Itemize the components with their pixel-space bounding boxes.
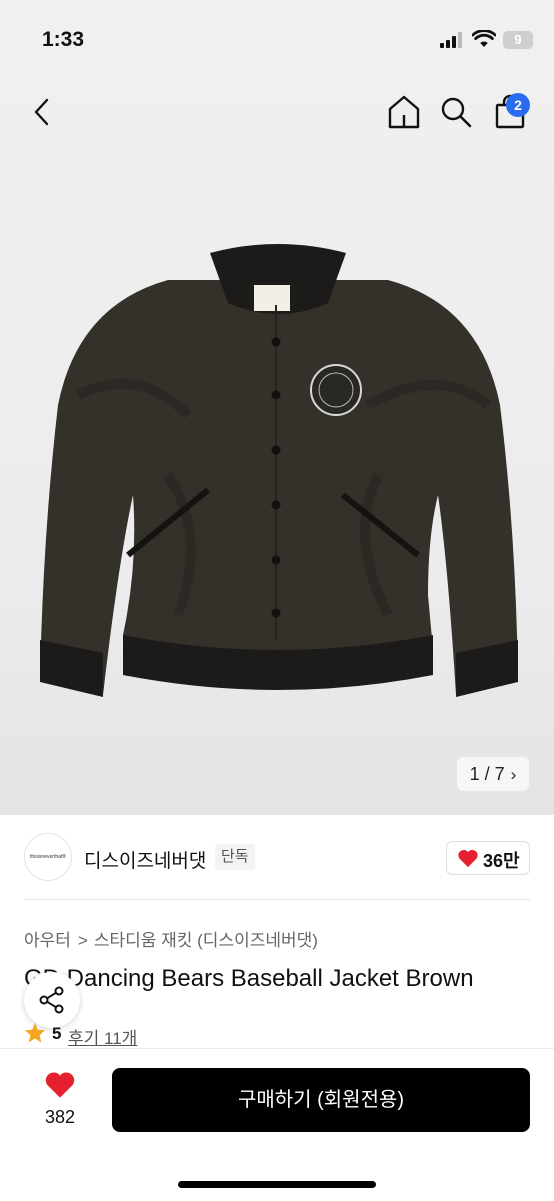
brand-like-button[interactable]: 36만 bbox=[446, 841, 530, 875]
battery-icon: 9 bbox=[503, 31, 533, 49]
brand-name[interactable]: 디스이즈네버댓 bbox=[84, 846, 206, 873]
product-title: GD Dancing Bears Baseball Jacket Brown bbox=[24, 965, 474, 992]
cart-count-badge: 2 bbox=[506, 93, 530, 117]
wishlist-count: 382 bbox=[44, 1107, 76, 1127]
brand-logo[interactable]: thisisneverthat® bbox=[24, 833, 72, 881]
wifi-icon bbox=[472, 30, 496, 47]
exclusive-badge: 단독 bbox=[215, 844, 255, 870]
heart-icon bbox=[458, 849, 478, 868]
pager-text: 1 / 7 bbox=[469, 764, 505, 784]
home-indicator bbox=[178, 1181, 376, 1188]
search-icon[interactable] bbox=[438, 94, 474, 130]
share-icon bbox=[39, 986, 64, 1014]
brand-row: thisisneverthat® 디스이즈네버댓 단독 36만 bbox=[0, 830, 554, 886]
chevron-right-icon: › bbox=[510, 765, 517, 784]
brand-like-count: 36만 bbox=[483, 851, 520, 871]
back-icon[interactable] bbox=[28, 95, 58, 129]
product-image-area[interactable]: 1:33 9 2 1 / 7 › bbox=[0, 0, 554, 815]
breadcrumb-category[interactable]: 아우터 bbox=[24, 931, 71, 950]
star-icon bbox=[24, 1022, 46, 1043]
home-icon[interactable] bbox=[385, 93, 423, 131]
status-time: 1:33 bbox=[42, 28, 85, 51]
rating-score: 5 bbox=[52, 1024, 62, 1043]
signal-icon bbox=[440, 32, 462, 48]
share-button[interactable] bbox=[24, 972, 80, 1028]
breadcrumb: 아우터 > 스타디움 재킷 (디스이즈네버댓) bbox=[24, 926, 318, 951]
heart-icon bbox=[45, 1072, 75, 1098]
chevron-right-icon: > bbox=[77, 931, 88, 950]
battery-level: 9 bbox=[514, 32, 522, 47]
breadcrumb-subcategory[interactable]: 스타디움 재킷 (디스이즈네버댓) bbox=[94, 931, 318, 950]
review-count-link[interactable]: 후기 11개 bbox=[68, 1024, 137, 1049]
divider bbox=[24, 899, 530, 900]
status-bar: 1:33 9 bbox=[0, 0, 554, 80]
buy-button[interactable]: 구매하기 (회원전용) bbox=[112, 1068, 530, 1132]
wishlist-button[interactable]: 382 bbox=[30, 1069, 90, 1129]
image-pager[interactable]: 1 / 7 › bbox=[457, 757, 529, 791]
jacket-product-image bbox=[40, 244, 518, 697]
bottom-action-bar: 382 구매하기 (회원전용) bbox=[0, 1048, 554, 1201]
